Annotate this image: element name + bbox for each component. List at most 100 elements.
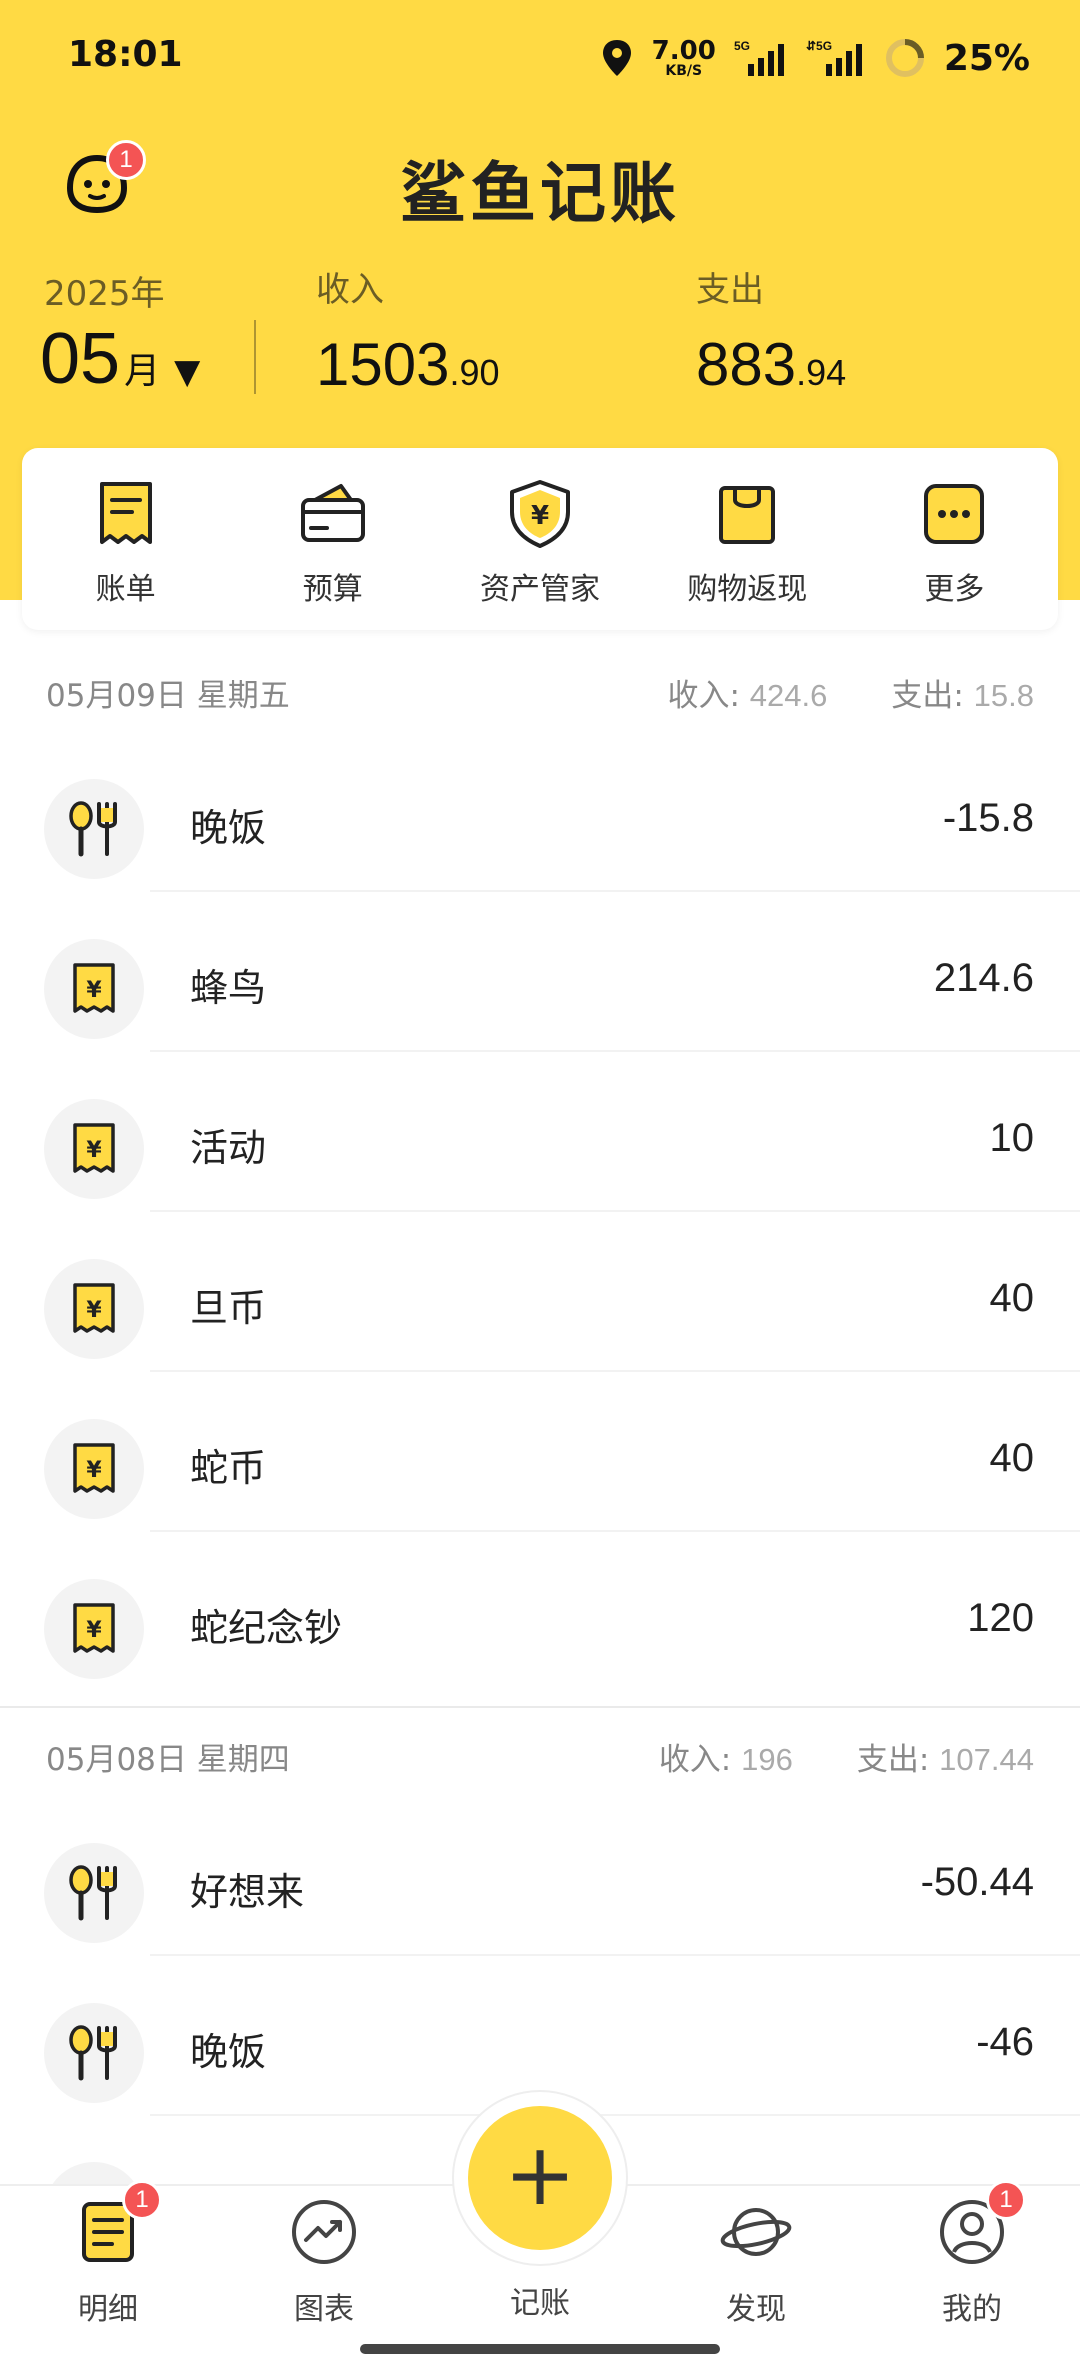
- nav-profile-badge: 1: [986, 2180, 1026, 2220]
- quick-action-bill[interactable]: 账单: [22, 448, 229, 630]
- day-date: 05月09日 星期五: [46, 677, 290, 714]
- receipt-yen-icon: ¥: [44, 1099, 144, 1199]
- item-amount: 40: [989, 1276, 1035, 1320]
- list-item[interactable]: ¥ 蛇币 40: [0, 1372, 1080, 1532]
- income-int: 1503: [316, 331, 450, 398]
- list-item[interactable]: 晚饭 -15.8: [0, 732, 1080, 892]
- day-income: 收入: 424.6: [667, 670, 827, 715]
- chart-icon: [292, 2200, 356, 2264]
- item-amount: -15.8: [942, 796, 1034, 840]
- day-expense-label: 支出:: [891, 677, 964, 714]
- item-title: 好想来: [190, 1870, 305, 1914]
- svg-text:¥: ¥: [86, 1458, 102, 1483]
- svg-text:¥: ¥: [86, 978, 102, 1003]
- list-item[interactable]: ¥ 蜂鸟 214.6: [0, 892, 1080, 1052]
- item-title: 旦币: [190, 1286, 267, 1330]
- item-amount: -46: [976, 2020, 1034, 2064]
- item-amount: 10: [989, 1116, 1035, 1160]
- quick-action-label: 购物返现: [687, 572, 808, 607]
- day-expense-value: 107.44: [939, 1741, 1034, 1777]
- app-title: 鲨鱼记账: [400, 155, 680, 232]
- svg-text:5G: 5G: [734, 39, 750, 53]
- item-title: 蛇纪念钞: [190, 1606, 343, 1650]
- income-label: 收入: [316, 270, 384, 310]
- item-title: 蜂鸟: [190, 966, 267, 1010]
- dining-icon: [44, 1843, 144, 1943]
- day-income: 收入: 196: [659, 1734, 793, 1779]
- day-header: 05月09日 星期五 收入: 424.6 支出: 15.8: [0, 652, 1080, 732]
- header-divider: [254, 320, 256, 394]
- quick-action-shopping[interactable]: 购物返现: [644, 448, 851, 630]
- add-record-button[interactable]: +: [468, 2106, 612, 2250]
- year-label: 2025年: [44, 274, 165, 314]
- svg-text:¥: ¥: [531, 501, 549, 531]
- quick-action-label: 账单: [95, 572, 156, 607]
- expense-dec: .94: [796, 352, 847, 393]
- battery-ring-icon: [885, 39, 924, 77]
- net-speed: 7.00 KB/S: [652, 38, 716, 78]
- nav-details-badge: 1: [122, 2180, 162, 2220]
- add-record-label: 记账: [510, 2286, 570, 2321]
- item-amount: -50.44: [920, 1860, 1034, 1904]
- planet-icon: [720, 2208, 792, 2256]
- month-number: 05: [40, 319, 121, 399]
- svg-text:¥: ¥: [86, 1618, 102, 1643]
- location-icon: [602, 40, 631, 76]
- dining-icon: [44, 2003, 144, 2103]
- item-amount: 40: [989, 1436, 1035, 1480]
- receipt-yen-icon: ¥: [44, 939, 144, 1039]
- quick-action-label: 资产管家: [480, 572, 600, 607]
- status-bar: 18:01 7.00 KB/S 5G ⇵5G 25%: [0, 0, 1080, 120]
- section-divider: [0, 1706, 1080, 1708]
- day-income-label: 收入:: [667, 677, 740, 714]
- day-expense: 支出: 107.44: [857, 1734, 1034, 1779]
- quick-actions: 账单 预算 ¥ 资产管家 购物返现 更多: [22, 448, 1058, 630]
- list-item[interactable]: ¥ 活动 10: [0, 1052, 1080, 1212]
- more-icon: [924, 484, 985, 544]
- quick-action-label: 预算: [302, 572, 363, 607]
- list-item[interactable]: 好想来 -50.44: [0, 1796, 1080, 1956]
- quick-action-budget[interactable]: 预算: [229, 448, 436, 630]
- svg-text:⇵5G: ⇵5G: [806, 39, 832, 53]
- dining-icon: [44, 779, 144, 879]
- item-title: 蛇币: [190, 1446, 267, 1490]
- day-expense-value: 15.8: [973, 677, 1034, 713]
- bill-icon: [99, 482, 152, 544]
- chevron-down-icon: ▼: [174, 352, 201, 392]
- quick-action-label: 更多: [924, 572, 985, 607]
- list-item[interactable]: ¥ 旦币 40: [0, 1212, 1080, 1372]
- shield-yen-icon: ¥: [510, 480, 570, 548]
- signal-5g-icon: ⇵5G: [806, 39, 862, 76]
- net-speed-unit: KB/S: [665, 63, 703, 79]
- day-header: 05月08日 星期四 收入: 196 支出: 107.44: [0, 1716, 1080, 1796]
- home-indicator[interactable]: [360, 2344, 720, 2354]
- item-title: 晚饭: [190, 2030, 267, 2074]
- status-time: 18:01: [68, 34, 183, 75]
- income-total: 1503.90: [316, 330, 500, 399]
- month-unit: 月: [124, 351, 161, 392]
- item-amount: 120: [967, 1596, 1034, 1640]
- list-item[interactable]: ¥ 蛇纪念钞 120: [0, 1532, 1080, 1692]
- receipt-yen-icon: ¥: [44, 1579, 144, 1679]
- day-expense: 支出: 15.8: [891, 670, 1034, 715]
- day-date: 05月08日 星期四: [46, 1741, 290, 1778]
- item-title: 活动: [190, 1126, 267, 1170]
- month-selector[interactable]: 05 月 ▼: [40, 318, 200, 400]
- battery-level: 25%: [943, 37, 1030, 79]
- day-income-value: 424.6: [749, 677, 828, 713]
- status-icons: 7.00 KB/S 5G ⇵5G 25%: [600, 30, 1030, 86]
- add-icon: +: [503, 2125, 577, 2225]
- svg-text:¥: ¥: [86, 1138, 102, 1163]
- receipt-yen-icon: ¥: [44, 1419, 144, 1519]
- quick-action-more[interactable]: 更多: [851, 448, 1058, 630]
- quick-action-assets[interactable]: ¥ 资产管家: [436, 448, 643, 630]
- day-income-label: 收入:: [658, 1741, 732, 1778]
- expense-label: 支出: [696, 270, 764, 310]
- receipt-yen-icon: ¥: [44, 1259, 144, 1359]
- expense-int: 883: [696, 331, 797, 398]
- shopping-bag-icon: [719, 486, 776, 544]
- net-speed-value: 7.00: [651, 36, 716, 66]
- expense-total: 883.94: [696, 330, 846, 399]
- item-title: 晚饭: [190, 806, 267, 850]
- svg-text:¥: ¥: [86, 1298, 102, 1323]
